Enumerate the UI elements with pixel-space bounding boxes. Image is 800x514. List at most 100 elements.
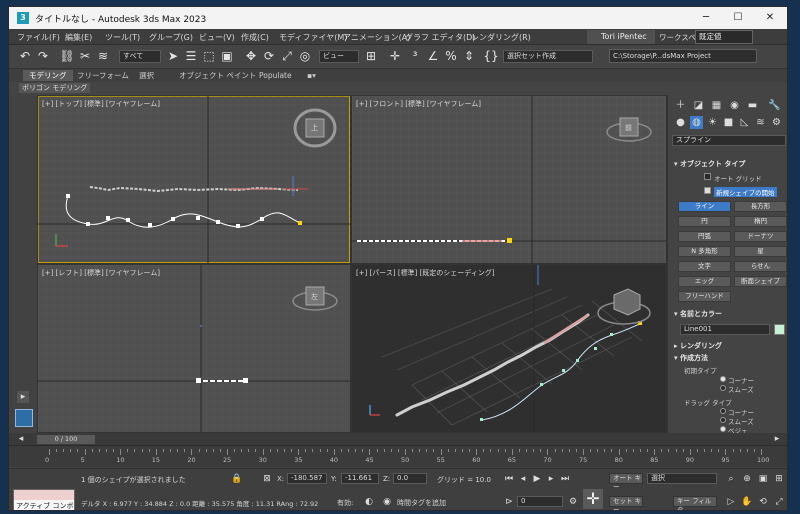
- polygon-modeling-panel[interactable]: ポリゴン モデリング: [19, 83, 91, 93]
- view-cube-front-label[interactable]: 前: [625, 123, 632, 133]
- view-cube-top-label[interactable]: 上: [311, 123, 318, 133]
- select-by-name-icon[interactable]: ☰: [183, 48, 199, 65]
- unlink-icon[interactable]: ✂: [77, 48, 93, 65]
- object-type-header[interactable]: ▾ オブジェクト タイプ: [670, 159, 787, 169]
- link-icon[interactable]: ⛓: [59, 48, 75, 65]
- named-selection-set-select[interactable]: 選択セット作成: [503, 50, 593, 63]
- drag-corner-radio[interactable]: [720, 408, 726, 414]
- circle-button[interactable]: 円: [678, 216, 731, 227]
- project-path-field[interactable]: C:\Storage\P...dsMax Project: [609, 49, 757, 63]
- helpers-icon[interactable]: ◺: [738, 116, 751, 129]
- manipulate-icon[interactable]: ✛: [387, 48, 403, 65]
- time-next-icon[interactable]: ▸: [771, 433, 783, 445]
- object-color-swatch[interactable]: [774, 324, 785, 335]
- viewport-top-label[interactable]: [+] [トップ] [標準] [ワイヤフレーム]: [42, 99, 160, 109]
- freehand-button[interactable]: フリーハンド: [678, 291, 731, 302]
- viewport-perspective[interactable]: [+] [パース] [標準] [既定のシェーディング]: [352, 265, 666, 432]
- fov-icon[interactable]: ▷: [725, 496, 737, 508]
- auto-grid-checkbox[interactable]: [704, 173, 711, 180]
- tab-object-paint[interactable]: オブジェクト ペイント: [173, 70, 262, 81]
- zoom-all-icon[interactable]: ⊕: [741, 473, 753, 485]
- select-object-icon[interactable]: ➤: [165, 48, 181, 65]
- modify-tab-icon[interactable]: ◪: [692, 99, 705, 112]
- viewport-left[interactable]: [+] [レフト] [標準] [ワイヤフレーム] 左: [38, 265, 350, 432]
- minimize-button[interactable]: ─: [691, 9, 721, 27]
- menu-rendering[interactable]: レンダリング(R): [471, 32, 531, 43]
- view-cube-left-label[interactable]: 左: [311, 292, 318, 302]
- text-button[interactable]: 文字: [678, 261, 731, 272]
- spinner-snap-icon[interactable]: ⇕: [461, 48, 477, 65]
- zoom-extents-icon[interactable]: ▣: [757, 473, 769, 485]
- time-slider[interactable]: 0 / 100: [37, 435, 95, 444]
- rotate-icon[interactable]: ⟳: [261, 48, 277, 65]
- add-time-tag[interactable]: 時間タグを追加: [397, 498, 446, 508]
- rectangle-button[interactable]: 長方形: [734, 201, 787, 212]
- rect-selection-icon[interactable]: ⬚: [201, 48, 217, 65]
- snap-3d-icon[interactable]: ³: [407, 48, 423, 65]
- geometry-icon[interactable]: ●: [674, 116, 687, 129]
- initial-smooth-radio[interactable]: [720, 385, 726, 391]
- zoom-icon[interactable]: ⌕: [725, 473, 737, 485]
- time-config-icon[interactable]: ⚙: [567, 496, 579, 508]
- key-filters-button[interactable]: キー フィルタ...: [673, 496, 717, 510]
- pivot-icon[interactable]: ⊞: [363, 48, 379, 65]
- track-bar[interactable]: 0 5 10 15 20 25 30 35 40 45 50 55 60 65 70 75 80 85 90 95 10…: [9, 445, 787, 467]
- tab-populate[interactable]: Populate: [253, 70, 298, 81]
- time-prev-icon[interactable]: ◂: [15, 433, 27, 445]
- utilities-tab-icon[interactable]: 🔧: [768, 99, 781, 112]
- category-select[interactable]: スプライン: [672, 135, 786, 146]
- z-coord-field[interactable]: 0.0: [393, 473, 427, 484]
- drag-bezier-radio[interactable]: [720, 426, 726, 432]
- maxscript-listener[interactable]: アクティブ コンボ: [13, 489, 75, 510]
- tab-selection[interactable]: 選択: [133, 70, 160, 81]
- section-button[interactable]: 断面シェイプ: [734, 276, 787, 287]
- time-tag-icon[interactable]: ◉: [381, 496, 393, 508]
- play-icon[interactable]: ▶: [531, 473, 543, 485]
- menu-group[interactable]: グループ(G): [149, 32, 193, 43]
- name-color-header[interactable]: ▾ 名前とカラー: [670, 309, 787, 319]
- star-button[interactable]: 星: [734, 246, 787, 257]
- systems-icon[interactable]: ⚙: [770, 116, 783, 129]
- selection-filter-select[interactable]: すべて: [119, 50, 161, 63]
- start-new-shape-checkbox[interactable]: [704, 187, 711, 194]
- go-to-start-icon[interactable]: ⏮: [503, 473, 515, 485]
- redo-icon[interactable]: ↷: [35, 48, 51, 65]
- maximize-viewport-icon[interactable]: ⤢: [773, 496, 785, 508]
- next-frame-icon[interactable]: ▸: [545, 473, 557, 485]
- bind-spacewarp-icon[interactable]: ≋: [95, 48, 111, 65]
- create-tab-icon[interactable]: ＋: [674, 99, 687, 112]
- orbit-icon[interactable]: ⟲: [757, 496, 769, 508]
- y-coord-field[interactable]: -11.661: [341, 473, 379, 484]
- move-icon[interactable]: ✥: [243, 48, 259, 65]
- adaptive-degradation-icon[interactable]: ◐: [363, 496, 375, 508]
- x-coord-field[interactable]: -180.587: [287, 473, 327, 484]
- motion-tab-icon[interactable]: ◉: [728, 99, 741, 112]
- drag-smooth-radio[interactable]: [720, 417, 726, 423]
- expand-left-icon[interactable]: ▸: [17, 391, 29, 403]
- absolute-mode-icon[interactable]: ⊠: [261, 473, 273, 485]
- ribbon-options-icon[interactable]: ▪▾: [301, 70, 322, 81]
- donut-button[interactable]: ドーナツ: [734, 231, 787, 242]
- percent-snap-icon[interactable]: %: [443, 48, 459, 65]
- prev-frame-icon[interactable]: ◂: [517, 473, 529, 485]
- set-key-button[interactable]: セット キー: [609, 496, 643, 510]
- viewport-top[interactable]: [+] [トップ] [標準] [ワイヤフレーム] 上: [38, 96, 350, 263]
- maximize-button[interactable]: ☐: [723, 9, 753, 27]
- helix-button[interactable]: らせん: [734, 261, 787, 272]
- shapes-icon[interactable]: ◍: [690, 116, 703, 129]
- viewport-left-label[interactable]: [+] [レフト] [標準] [ワイヤフレーム]: [42, 268, 160, 278]
- place-icon[interactable]: ◎: [297, 48, 313, 65]
- viewport-front[interactable]: [+] [フロント] [標準] [ワイヤフレーム] 前: [352, 96, 666, 263]
- arc-button[interactable]: 円弧: [678, 231, 731, 242]
- menu-animation[interactable]: アニメーション(A): [343, 32, 410, 43]
- go-to-end-icon[interactable]: ⏭: [559, 473, 571, 485]
- line-button[interactable]: ライン: [678, 201, 731, 212]
- scale-icon[interactable]: ⤢: [279, 48, 295, 65]
- lights-icon[interactable]: ☀: [706, 116, 719, 129]
- key-selection-set[interactable]: 選択: [647, 473, 717, 484]
- edit-named-sets-icon[interactable]: {}: [483, 48, 499, 65]
- menu-graph-editors[interactable]: グラフ エディタ(D): [405, 32, 475, 43]
- menu-tools[interactable]: ツール(T): [105, 32, 140, 43]
- creation-method-header[interactable]: ▾ 作成方法: [670, 353, 787, 363]
- menu-modifiers[interactable]: モディファイヤ(M): [279, 32, 347, 43]
